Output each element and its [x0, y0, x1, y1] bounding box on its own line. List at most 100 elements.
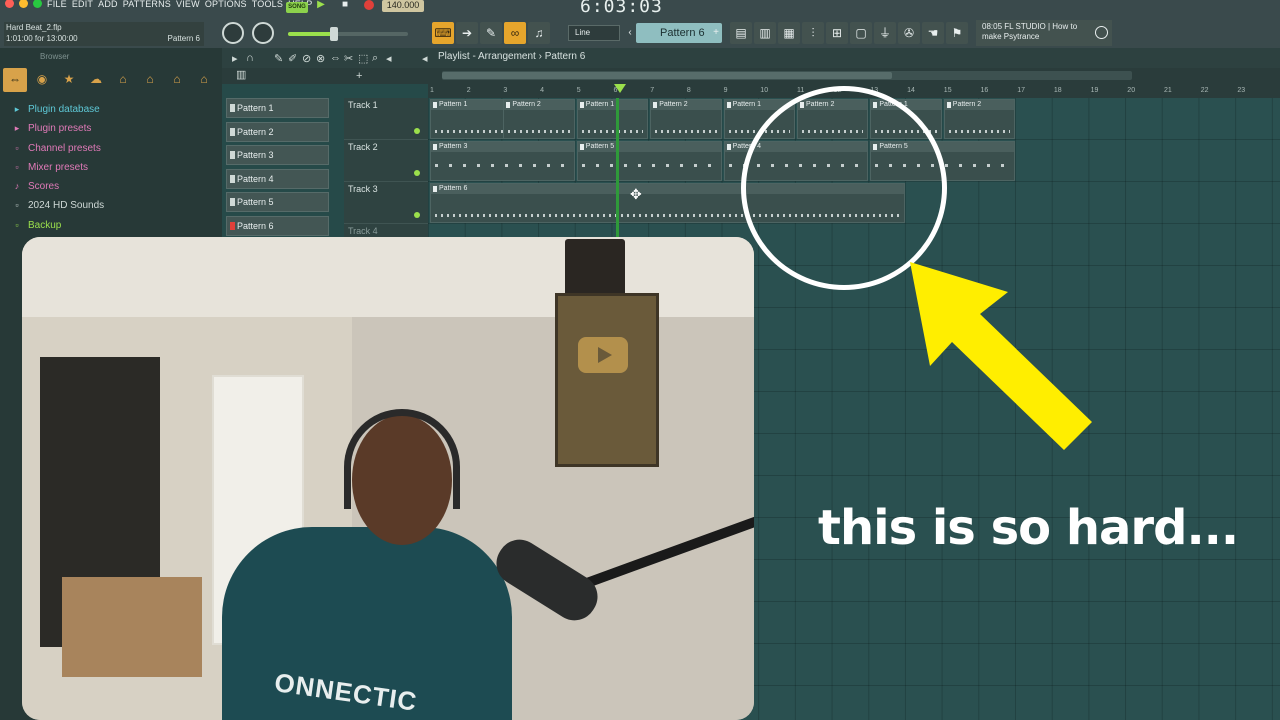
- track-mute-led[interactable]: [414, 212, 420, 218]
- browser-item-plugin-presets[interactable]: ▸ Plugin presets: [12, 119, 212, 138]
- pattern-clip[interactable]: Pattern 5: [576, 141, 722, 181]
- track-header[interactable]: Track 1: [344, 98, 428, 140]
- step-edit-icon[interactable]: ✎: [480, 22, 502, 44]
- pattern-list-item[interactable]: Pattern 4: [226, 168, 329, 189]
- menu-edit[interactable]: EDIT: [72, 0, 93, 9]
- pattern-list-item[interactable]: Pattern 3: [226, 145, 329, 166]
- track-mute-led[interactable]: [414, 128, 420, 134]
- pattern-clip[interactable]: Pattern 2: [943, 99, 1016, 139]
- pattern-prev-button[interactable]: ‹: [624, 23, 636, 43]
- song-time-display: 6:03:03: [580, 0, 663, 17]
- browser-favorites-icon[interactable]: ★: [57, 68, 81, 92]
- breadcrumb-separator: ›: [538, 51, 542, 62]
- bar-number: 16: [980, 87, 989, 94]
- track-header[interactable]: Track 3: [344, 182, 428, 224]
- folder-icon: ▫: [15, 200, 19, 211]
- volume-slider[interactable]: [288, 27, 408, 41]
- browser-user-folder-icon[interactable]: ⌂: [192, 68, 216, 92]
- pattern-clip[interactable]: Pattern 2: [650, 99, 722, 139]
- volume-slider-handle[interactable]: [330, 27, 338, 41]
- browser-item-plugin-database[interactable]: ▸ Plugin database: [12, 100, 212, 119]
- menu-patterns[interactable]: PATTERNS: [123, 0, 171, 9]
- pattern-clip[interactable]: Pattern 1: [576, 99, 649, 139]
- playlist-icon[interactable]: ▤: [730, 22, 752, 44]
- browser-item-backup[interactable]: ▫ Backup: [12, 216, 212, 235]
- browser-current-project-icon[interactable]: ◉: [30, 68, 54, 92]
- browser-library-icon[interactable]: ⌂: [138, 68, 162, 92]
- cart-icon[interactable]: ⚑: [946, 22, 968, 44]
- plugin-picker-icon[interactable]: ⊞: [826, 22, 848, 44]
- pattern-list-item[interactable]: Pattern 5: [226, 192, 329, 213]
- pattern-next-button[interactable]: +: [710, 23, 722, 43]
- browser-starred-folder-icon[interactable]: ⌂: [165, 68, 189, 92]
- browser-plugins-icon[interactable]: ⌂: [111, 68, 135, 92]
- backup-folder-icon: ▫: [15, 219, 19, 230]
- add-track-icon[interactable]: +: [356, 70, 362, 82]
- browser-icon[interactable]: ▢: [850, 22, 872, 44]
- pattern-clip[interactable]: Pattern 3: [430, 141, 575, 181]
- menu-add[interactable]: ADD: [98, 0, 118, 9]
- tempo-display[interactable]: 140.000: [382, 0, 424, 12]
- typing-keyboard-icon[interactable]: ⌨: [432, 22, 454, 44]
- master-pitch-knob[interactable]: [252, 22, 274, 44]
- move-cursor-icon: ✥: [630, 186, 642, 202]
- mixer-icon[interactable]: ⫶: [802, 22, 824, 44]
- track-mute-led[interactable]: [414, 170, 420, 176]
- window-minimize-button[interactable]: [19, 0, 28, 8]
- draw-tool-icon[interactable]: ✎: [274, 52, 283, 65]
- mute-tool-icon[interactable]: ⊗: [316, 52, 325, 65]
- song-mode-toggle[interactable]: SONG: [286, 2, 308, 13]
- paint-tool-icon[interactable]: ✐: [288, 52, 297, 65]
- menu-view[interactable]: VIEW: [176, 0, 200, 9]
- piano-roll-icon[interactable]: ▥: [754, 22, 776, 44]
- zoom-tool-icon[interactable]: ⌕: [372, 52, 378, 65]
- stop-button[interactable]: ■: [336, 0, 354, 12]
- touch-controller-icon[interactable]: ☚: [922, 22, 944, 44]
- news-panel[interactable]: 08:05 FL STUDIO | How to make Psytrance: [976, 20, 1112, 46]
- playlist-current-pattern: Pattern 6: [544, 51, 586, 62]
- window-close-button[interactable]: [5, 0, 14, 8]
- pattern-clip[interactable]: Pattern 2: [503, 99, 575, 139]
- slip-tool-icon[interactable]: ⇔: [330, 52, 341, 64]
- track-header[interactable]: Track 2: [344, 140, 428, 182]
- pattern-picker-icon[interactable]: ▥: [236, 68, 246, 81]
- play-plaque-icon: [578, 337, 628, 373]
- pattern-list-item[interactable]: Pattern 1: [226, 98, 329, 118]
- window-zoom-button[interactable]: [33, 0, 42, 8]
- menu-file[interactable]: FILE: [47, 0, 67, 9]
- link-icon[interactable]: ∞: [504, 22, 526, 44]
- channel-rack-icon[interactable]: ▦: [778, 22, 800, 44]
- delete-tool-icon[interactable]: ⊘: [302, 52, 311, 65]
- browser-item-channel-presets[interactable]: ▫ Channel presets: [12, 139, 212, 158]
- master-volume-knob[interactable]: [222, 22, 244, 44]
- browser-all-tab-icon[interactable]: ⇔: [3, 68, 27, 92]
- browser-cloud-icon[interactable]: ☁: [84, 68, 108, 92]
- arrow-right-icon[interactable]: ➔: [456, 22, 478, 44]
- metronome-icon[interactable]: ♫: [528, 22, 550, 44]
- clip-label: Pattern 5: [577, 142, 721, 152]
- browser-item-scores[interactable]: ♪ Scores: [12, 177, 212, 196]
- plug-icon[interactable]: ⏚: [874, 22, 896, 44]
- snap-select[interactable]: Line: [568, 25, 620, 41]
- browser-list: ▸ Plugin database ▸ Plugin presets ▫ Cha…: [12, 100, 212, 235]
- playback-tool-icon[interactable]: ◂: [386, 52, 392, 65]
- browser-item-mixer-presets[interactable]: ▫ Mixer presets: [12, 158, 212, 177]
- horizontal-scrollbar[interactable]: [442, 71, 1132, 80]
- slice-tool-icon[interactable]: ✂: [344, 52, 353, 65]
- browser-item-label: Backup: [28, 219, 62, 231]
- browser-tabs: ⇔ ◉ ★ ☁ ⌂ ⌂ ⌂ ⌂: [0, 68, 222, 92]
- playlist-menu-icon[interactable]: ▸: [232, 52, 238, 65]
- magnet-icon[interactable]: ∩: [246, 52, 254, 64]
- pattern-list-item[interactable]: Pattern 2: [226, 121, 329, 142]
- cpu-icon[interactable]: ✇: [898, 22, 920, 44]
- pattern-list-item[interactable]: Pattern 6: [226, 216, 329, 236]
- scrollbar-thumb[interactable]: [442, 72, 892, 79]
- pointer-arrow-icon: [910, 262, 1092, 450]
- record-button[interactable]: [360, 0, 378, 12]
- select-tool-icon[interactable]: ⬚: [358, 52, 368, 65]
- menu-options[interactable]: OPTIONS: [205, 0, 247, 9]
- menu-tools[interactable]: TOOLS: [252, 0, 283, 9]
- browser-item-label: Plugin presets: [28, 123, 92, 135]
- browser-item-2024-hd-sounds[interactable]: ▫ 2024 HD Sounds: [12, 196, 212, 215]
- play-button[interactable]: ▶: [312, 0, 330, 12]
